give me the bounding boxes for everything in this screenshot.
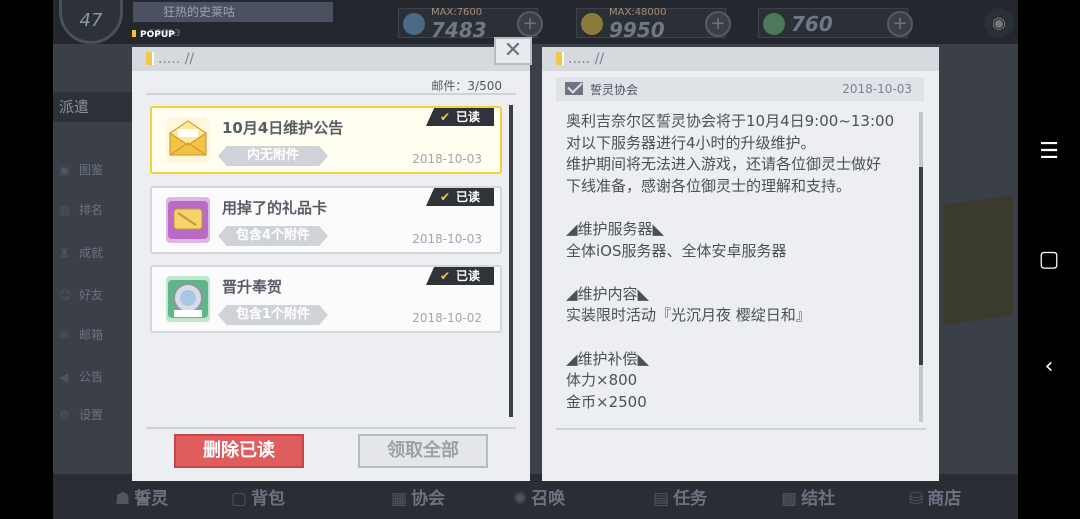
divider (146, 93, 516, 95)
battle-banner[interactable] (943, 195, 1013, 325)
mail-detail-panel: ..... // 誓灵协会 2018-10-03 奥利吉奈尔区誓灵协会将于10月… (542, 47, 939, 481)
attachment-label: 包含1个附件 (218, 305, 328, 325)
sender-name: 誓灵协会 (590, 83, 639, 97)
panel-marker-icon (146, 52, 154, 65)
read-badge: ✔ 已读 (426, 188, 494, 206)
mail-list: 10月4日维护公告 内无附件 2018-10-03 ✔ 已读 用掉了的礼品卡 包含… (150, 106, 502, 418)
stamina-icon (403, 13, 425, 35)
nav-spirit[interactable]: ☗ 誓灵 (115, 484, 168, 509)
check-icon: ✔ (439, 190, 451, 204)
mail-count: 邮件：3/500 (431, 79, 502, 93)
body-line: 实装限时活动『光沉月夜 樱绽日和』 (566, 306, 811, 325)
gift-card-icon (166, 197, 210, 243)
gold-max: MAX:48000 (609, 7, 667, 18)
side-item-notice[interactable]: ◀ 公告 (53, 362, 123, 392)
gem-value: 760 (791, 12, 833, 36)
body-line: ◢维护服务器◣ (566, 219, 665, 238)
read-badge: ✔ 已读 (426, 108, 494, 126)
side-item-gallery[interactable]: ▣ 图鉴 (53, 155, 123, 185)
read-badge: ✔ 已读 (426, 267, 494, 285)
check-icon: ✔ (439, 269, 451, 283)
side-item-settings[interactable]: ⚙ 设置 (53, 400, 123, 430)
system-nav-bar: ☰ ▢ ‹ (1018, 0, 1080, 519)
gem-reward-icon (166, 276, 210, 322)
body-line: 体力×800 (566, 371, 638, 390)
envelope-icon (166, 117, 210, 163)
side-item-achievement[interactable]: ♜ 成就 (53, 238, 123, 268)
coin-icon (581, 13, 603, 35)
eye-icon[interactable]: ◉ (984, 8, 1014, 38)
mail-list-header: ..... // (132, 47, 530, 71)
menu-icon[interactable]: ☰ (1035, 138, 1063, 166)
mail-title: 晋升奉贺 (222, 278, 283, 296)
body-line (566, 327, 916, 349)
body-line (566, 262, 916, 284)
body-line: 奥利吉奈尔区誓灵协会将于10月4日9:00~13:00 (566, 112, 895, 130)
mail-item[interactable]: 用掉了的礼品卡 包含4个附件 2018-10-03 ✔ 已读 (150, 186, 502, 254)
attachment-label: 内无附件 (218, 146, 328, 166)
stamina-resource: MAX:7600 7483 + (398, 7, 543, 42)
close-icon[interactable]: ✕ (494, 37, 532, 65)
mail-title: 10月4日维护公告 (222, 119, 344, 137)
side-item-ranking[interactable]: ▥ 排名 (53, 195, 123, 225)
mail-list-panel: ..... // 邮件：3/500 10月4日维护公告 内无附件 2018-10… (132, 47, 530, 481)
nav-bag[interactable]: ▢ 背包 (231, 484, 285, 509)
mail-list-scrollbar[interactable] (509, 105, 513, 417)
side-item-mailbox[interactable]: ✉ 邮箱 (53, 320, 123, 350)
body-line: 对以下服务器进行4小时的升级维护。 (566, 133, 816, 152)
nav-society[interactable]: ▩ 结社 (781, 484, 835, 509)
side-item-friends[interactable]: ☺ 好友 (53, 280, 123, 310)
scrollbar-thumb[interactable] (919, 167, 923, 365)
top-hud: 47 狂热的史莱咕 sama MAX:7600 7483 + MAX:48000… (53, 0, 1018, 44)
body-line: 维护期间将无法进入游戏，还请各位御灵士做好 (566, 155, 882, 174)
envelope-icon (565, 82, 583, 95)
mail-date: 2018-10-03 (412, 232, 482, 246)
check-icon: ✔ (439, 110, 451, 124)
mail-date: 2018-10-03 (842, 82, 912, 96)
attachment-label: 包含4个附件 (218, 226, 328, 246)
popup-tag: POPUP (132, 30, 175, 40)
body-line: ◢维护补偿◣ (566, 349, 650, 368)
body-line: 下线准备，感谢各位御灵士的理解和支持。 (566, 176, 852, 195)
mail-date: 2018-10-02 (412, 311, 482, 325)
stamina-value: 7483 (431, 18, 487, 42)
add-stamina-button[interactable]: + (517, 11, 543, 37)
mail-date: 2018-10-03 (412, 152, 482, 166)
mail-detail-header: ..... // (542, 47, 939, 71)
hud-banner: 狂热的史莱咕 (133, 2, 333, 22)
add-gem-button[interactable]: + (887, 11, 913, 37)
panel-marker-icon (556, 52, 564, 65)
mail-body: 奥利吉奈尔区誓灵协会将于10月4日9:00~13:00 对以下服务器进行4小时的… (566, 111, 916, 413)
gold-value: 9950 (609, 18, 665, 42)
body-line: 全体iOS服务器、全体安卓服务器 (566, 241, 787, 260)
divider (146, 427, 516, 429)
dispatch-button[interactable]: 派遣 (53, 92, 133, 122)
body-line (566, 197, 916, 219)
nav-guild[interactable]: ▦ 协会 (391, 484, 445, 509)
delete-read-button[interactable]: 删除已读 (174, 434, 304, 468)
detail-scrollbar[interactable] (919, 112, 923, 422)
gold-resource: MAX:48000 9950 + (576, 7, 731, 42)
claim-all-button[interactable]: 领取全部 (358, 434, 488, 468)
mail-item[interactable]: 10月4日维护公告 内无附件 2018-10-03 ✔ 已读 (150, 106, 502, 174)
nav-summon[interactable]: ✺ 召唤 (513, 484, 565, 509)
scrollbar-thumb[interactable] (509, 105, 513, 417)
gem-resource: 760 + (758, 8, 913, 38)
home-icon[interactable]: ▢ (1035, 246, 1063, 274)
mail-title: 用掉了的礼品卡 (222, 199, 328, 217)
level-indicator: 47 (59, 0, 123, 44)
mail-item[interactable]: 晋升奉贺 包含1个附件 2018-10-02 ✔ 已读 (150, 265, 502, 333)
sender-bar: 誓灵协会 2018-10-03 (556, 77, 924, 101)
body-line: 金币×2500 (566, 392, 647, 411)
back-icon[interactable]: ‹ (1035, 353, 1063, 381)
nav-tasks[interactable]: ▤ 任务 (653, 484, 707, 509)
stamina-max: MAX:7600 (431, 7, 483, 18)
add-gold-button[interactable]: + (705, 11, 731, 37)
nav-shop[interactable]: ⛁ 商店 (909, 484, 961, 509)
body-line: ◢维护内容◣ (566, 284, 650, 303)
screen: 47 狂热的史莱咕 sama MAX:7600 7483 + MAX:48000… (0, 0, 1080, 519)
divider (556, 428, 926, 430)
gem-icon (763, 13, 785, 35)
